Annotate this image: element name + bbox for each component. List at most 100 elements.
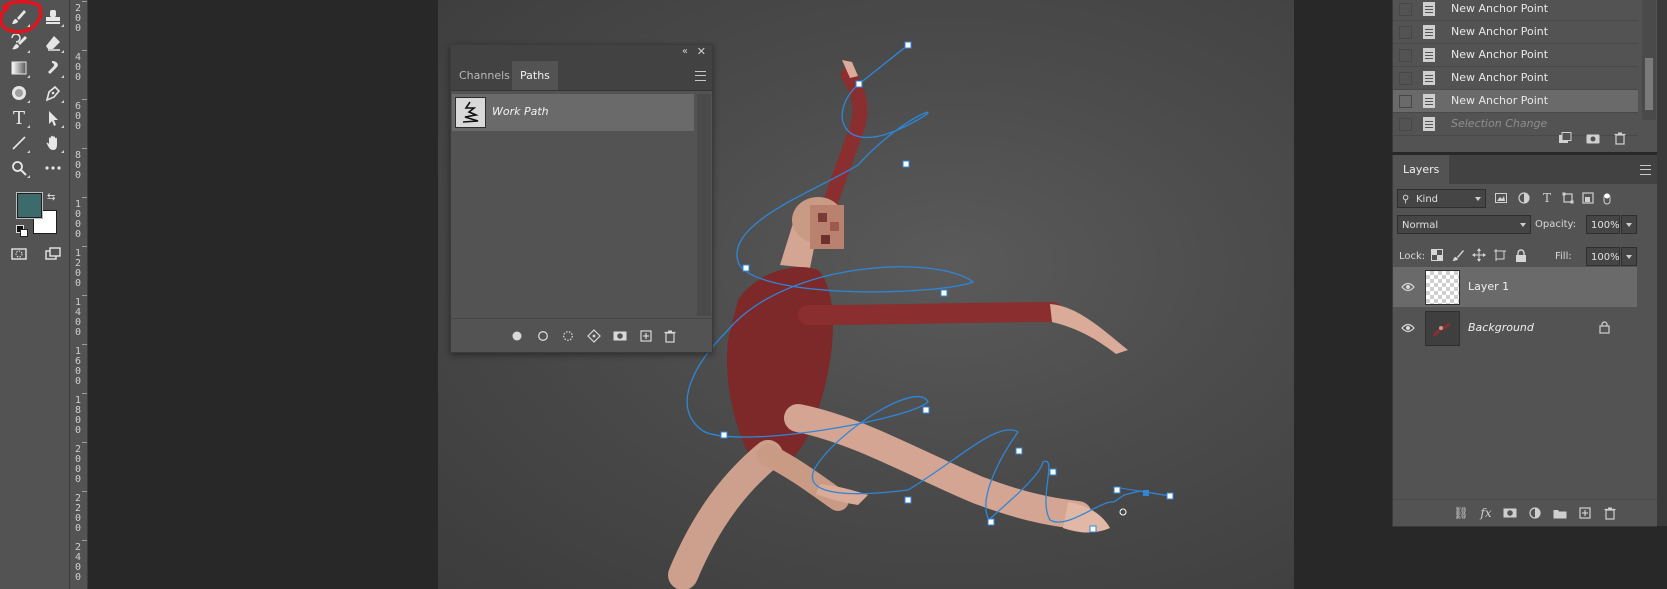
- default-colors-icon[interactable]: [16, 225, 28, 237]
- fill-path-icon[interactable]: [509, 328, 525, 344]
- history-item-label: New Anchor Point: [1451, 25, 1549, 38]
- new-path-icon[interactable]: [638, 328, 654, 344]
- lock-artboard-icon[interactable]: [1493, 248, 1507, 262]
- load-selection-icon[interactable]: [560, 328, 576, 344]
- history-state-icon: [1423, 71, 1435, 85]
- history-checkbox[interactable]: [1399, 26, 1412, 39]
- filter-smart-object-icon[interactable]: [1581, 191, 1595, 205]
- opacity-slider-toggle[interactable]: [1621, 215, 1637, 234]
- foreground-color-swatch[interactable]: [16, 192, 43, 219]
- history-item[interactable]: New Anchor Point: [1393, 67, 1638, 90]
- pen-icon[interactable]: [41, 82, 65, 104]
- filter-type-icon[interactable]: T: [1540, 191, 1554, 205]
- stroke-path-icon[interactable]: [535, 328, 551, 344]
- close-panel-icon[interactable]: ✕: [697, 45, 706, 58]
- zoom-icon[interactable]: [7, 157, 31, 179]
- ruler-label: 2 0 0: [74, 3, 82, 34]
- ruler-tick: [82, 1, 87, 2]
- tab-channels-label: Channels: [459, 69, 510, 82]
- panel-menu-icon[interactable]: [695, 71, 706, 81]
- history-checkbox[interactable]: [1399, 95, 1412, 108]
- paths-panel-tabs: Channels Paths: [451, 61, 712, 91]
- ruler-label: 2 2 0 0: [74, 493, 82, 534]
- opacity-label: Opacity:: [1535, 219, 1577, 230]
- fill-label: Fill:: [1555, 251, 1572, 262]
- fill-slider-toggle[interactable]: [1621, 247, 1637, 266]
- gradient-icon[interactable]: [7, 57, 31, 79]
- history-checkbox[interactable]: [1399, 49, 1412, 62]
- make-work-path-icon[interactable]: [586, 328, 602, 344]
- history-checkbox[interactable]: [1399, 72, 1412, 85]
- ruler-tick: [82, 295, 87, 296]
- path-item-work-path[interactable]: Work Path: [452, 94, 694, 131]
- type-icon[interactable]: T: [7, 107, 31, 129]
- filter-toggle-icon[interactable]: [1600, 191, 1614, 205]
- tab-layers-label: Layers: [1403, 163, 1440, 176]
- delete-icon[interactable]: [1602, 506, 1618, 520]
- history-item-label: New Anchor Point: [1451, 71, 1549, 84]
- burn-icon[interactable]: [7, 82, 31, 104]
- camera-icon[interactable]: [1585, 130, 1601, 146]
- hand-icon[interactable]: [41, 132, 65, 154]
- visibility-eye-icon[interactable]: [1401, 281, 1415, 293]
- filter-adjustment-icon[interactable]: [1517, 191, 1531, 205]
- history-checkbox[interactable]: [1399, 3, 1412, 16]
- history-item[interactable]: New Anchor Point: [1393, 0, 1638, 21]
- fx-icon[interactable]: fx: [1478, 506, 1494, 520]
- paths-scrollbar[interactable]: [697, 94, 711, 316]
- lock-all-icon[interactable]: [1514, 248, 1528, 262]
- ruler-tick: [82, 197, 87, 198]
- lock-image-icon[interactable]: [1451, 248, 1465, 262]
- layer-row[interactable]: Layer 1: [1393, 267, 1637, 307]
- line-icon[interactable]: [7, 132, 31, 154]
- history-item[interactable]: New Anchor Point: [1393, 90, 1638, 113]
- lock-transparent-icon[interactable]: [1430, 248, 1444, 262]
- new-document-from-state-icon[interactable]: [1557, 130, 1573, 146]
- history-state-icon: [1423, 2, 1435, 16]
- history-panel: New Anchor Point New Anchor Point New Anch…: [1392, 0, 1657, 152]
- opacity-input[interactable]: 100%: [1586, 215, 1620, 234]
- quick-mask-icon[interactable]: [7, 243, 31, 265]
- fill-input[interactable]: 100%: [1586, 247, 1620, 266]
- ruler-label: 1 6 0 0: [74, 346, 82, 387]
- add-mask-icon[interactable]: [612, 328, 628, 344]
- eraser-icon[interactable]: [41, 32, 65, 54]
- visibility-eye-icon[interactable]: [1401, 322, 1415, 334]
- layer-row[interactable]: Background: [1393, 308, 1637, 348]
- link-icon[interactable]: ⛓: [1453, 506, 1469, 520]
- panel-menu-icon[interactable]: [1640, 165, 1651, 175]
- tab-channels[interactable]: Channels: [451, 61, 518, 90]
- layer-filter-kind-select[interactable]: ⚲ Kind: [1397, 189, 1486, 208]
- opacity-value: 100%: [1591, 220, 1620, 231]
- smudge-icon[interactable]: [41, 57, 65, 79]
- swap-colors-icon[interactable]: ⇆: [47, 192, 59, 204]
- folder-icon[interactable]: [1552, 506, 1568, 520]
- lock-position-icon[interactable]: [1472, 248, 1486, 262]
- dock-scrollbar[interactable]: [1657, 0, 1667, 526]
- screen-mode-icon[interactable]: [41, 243, 65, 265]
- more-tools-icon[interactable]: [41, 157, 65, 179]
- filter-pixel-icon[interactable]: [1494, 191, 1508, 205]
- history-brush-icon[interactable]: [7, 32, 31, 54]
- path-selection-icon[interactable]: [41, 107, 65, 129]
- collapse-panel-icon[interactable]: «: [682, 46, 688, 57]
- ruler-tick: [82, 99, 87, 100]
- ruler-tick: [82, 393, 87, 394]
- history-item[interactable]: New Anchor Point: [1393, 44, 1638, 67]
- tab-layers[interactable]: Layers: [1393, 155, 1450, 184]
- new-layer-icon[interactable]: [1577, 506, 1593, 520]
- blend-mode-select[interactable]: Normal: [1397, 215, 1531, 234]
- adjustment-icon[interactable]: [1527, 506, 1543, 520]
- fx-label: fx: [1480, 506, 1492, 520]
- history-scrollbar[interactable]: [1642, 0, 1656, 120]
- mask-icon[interactable]: [1502, 506, 1518, 520]
- delete-icon[interactable]: [1612, 130, 1628, 146]
- ruler-tick: [82, 344, 87, 345]
- tab-paths[interactable]: Paths: [512, 61, 558, 90]
- delete-icon[interactable]: [662, 328, 678, 344]
- blend-mode-value: Normal: [1402, 220, 1439, 231]
- type-tool-glyph: T: [12, 107, 25, 129]
- history-item[interactable]: New Anchor Point: [1393, 21, 1638, 44]
- clone-stamp-icon[interactable]: [41, 6, 65, 28]
- filter-shape-icon[interactable]: [1561, 191, 1575, 205]
